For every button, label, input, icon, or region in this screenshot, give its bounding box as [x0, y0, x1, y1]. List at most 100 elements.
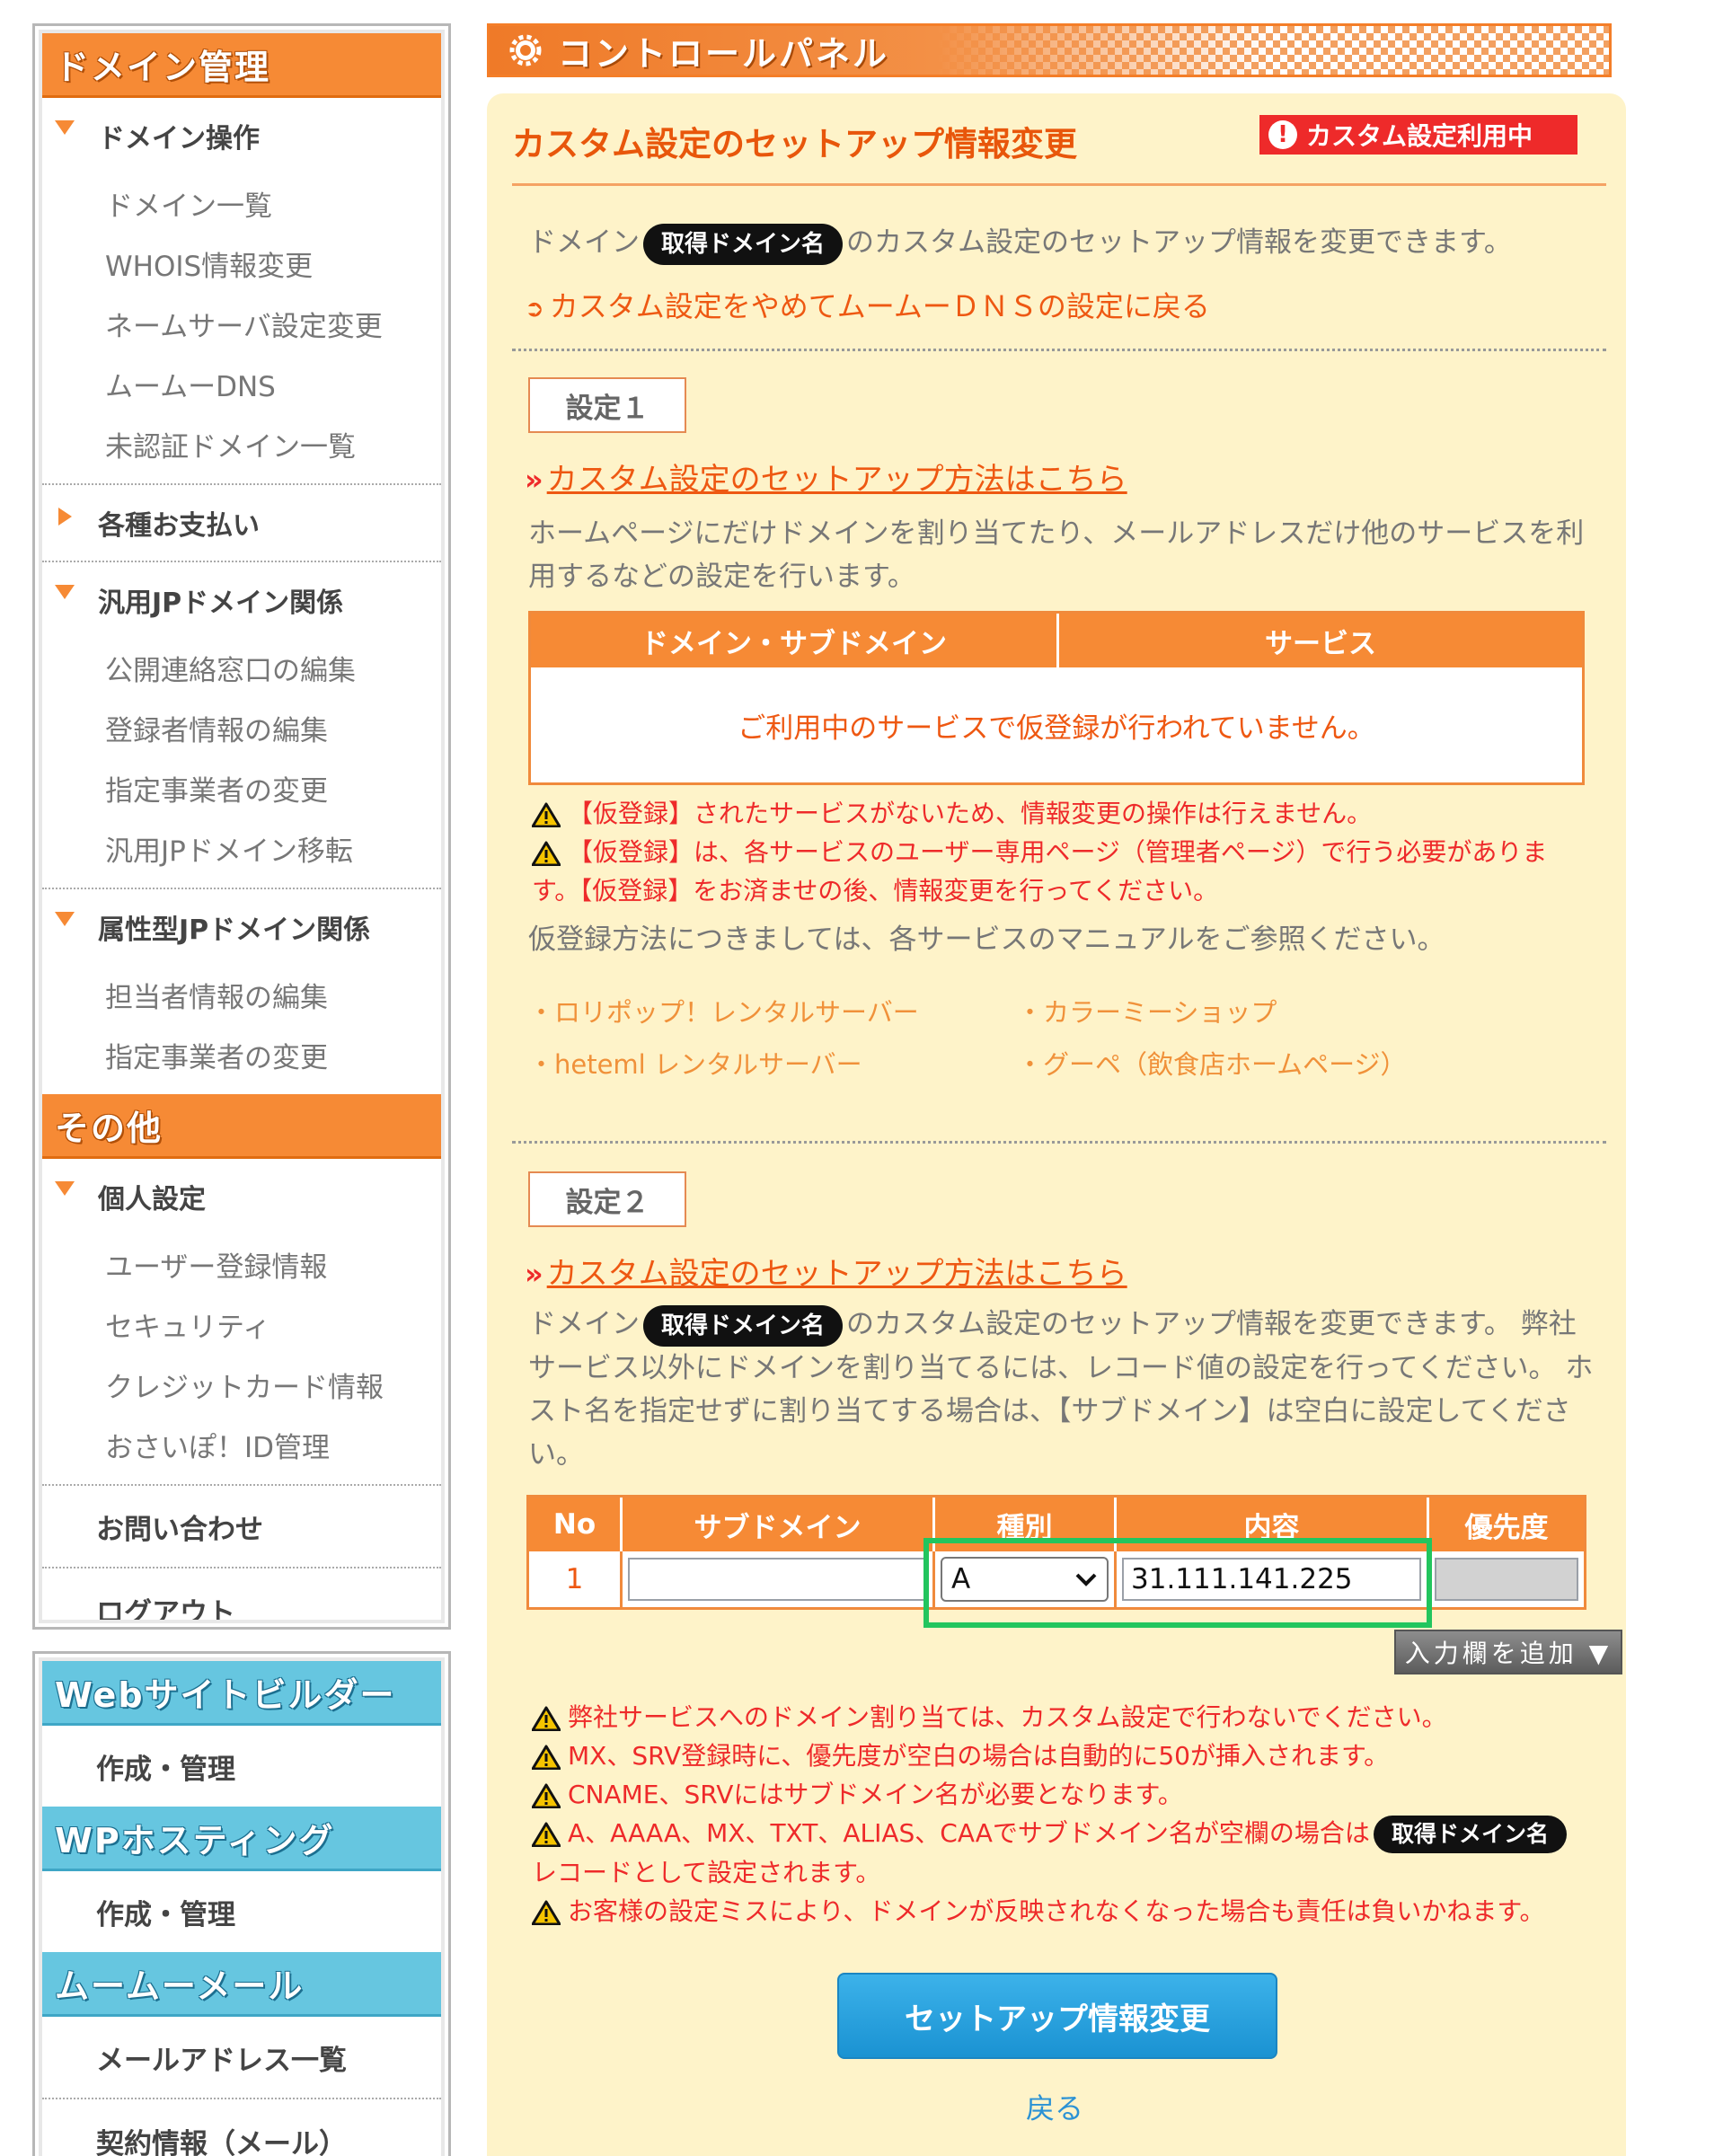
- sidebar-group-title[interactable]: 各種お支払い: [42, 485, 441, 561]
- sidebar-header-domain: ドメイン管理: [42, 33, 441, 98]
- sidebar-link-mail-list[interactable]: メールアドレス一覧: [42, 2017, 441, 2099]
- sidebar-link-contact[interactable]: お問い合わせ: [42, 1486, 441, 1568]
- gear-icon: [509, 34, 542, 66]
- sidebar-link-logout[interactable]: ログアウト: [42, 1568, 441, 1621]
- table-header-subdomain: サブドメイン: [623, 1498, 935, 1551]
- row-number: 1: [529, 1551, 623, 1607]
- warning-icon: [532, 1783, 561, 1808]
- page-title: カスタム設定のセットアップ情報変更: [512, 125, 1077, 163]
- sidebar-group-payments: 各種お支払い: [42, 485, 441, 562]
- sidebar-item-osaipo-id[interactable]: おさいぽ！ID管理: [42, 1415, 441, 1475]
- section-divider: [512, 1141, 1606, 1144]
- sidebar-item-domain-list[interactable]: ドメイン一覧: [42, 173, 441, 234]
- sidebar-header-other: その他: [42, 1094, 441, 1159]
- setting2-warnings: 弊社サービスへのドメイン割り当ては、カスタム設定で行わないでください。 MX、S…: [532, 1698, 1646, 1931]
- intro-text: ドメイン 取得ドメイン名 のカスタム設定のセットアップ情報を変更できます。: [528, 221, 1512, 265]
- sidebar-item-muumuu-dns[interactable]: ムームーDNS: [42, 354, 441, 414]
- sidebar-item-user-info[interactable]: ユーザー登録情報: [42, 1234, 441, 1294]
- sidebar-item-designated-agent[interactable]: 指定事業者の変更: [42, 758, 441, 818]
- add-row-button[interactable]: 入力欄を追加 ▼: [1394, 1630, 1622, 1674]
- setting1-warnings: 【仮登録】されたサービスがないため、情報変更の操作は行えません。 【仮登録】は、…: [532, 794, 1592, 910]
- main-panel: カスタム設定のセットアップ情報変更 ! カスタム設定利用中 ドメイン 取得ドメイン…: [487, 93, 1626, 2156]
- warning-line: レコードとして設定されます。: [532, 1858, 881, 1887]
- warning-icon: [532, 802, 561, 827]
- setting2-description: ドメイン 取得ドメイン名 のカスタム設定のセットアップ情報を変更できます。 弊社サー…: [528, 1303, 1597, 1476]
- control-panel-title: コントロールパネル: [558, 33, 890, 74]
- sidebar-header-wp-hosting: WPホスティング: [42, 1807, 441, 1871]
- highlight-box: [923, 1538, 1432, 1628]
- table-header-no: No: [529, 1498, 623, 1551]
- sidebar-item-nameserver[interactable]: ネームサーバ設定変更: [42, 294, 441, 354]
- title-divider: [512, 183, 1606, 186]
- sidebar-item-public-contact[interactable]: 公開連絡窓口の編集: [42, 638, 441, 698]
- back-to-dns-link[interactable]: ➲ カスタム設定をやめてムームーＤＮＳの設定に戻る: [525, 284, 1210, 325]
- sidebar-link-website-builder-manage[interactable]: 作成・管理: [42, 1726, 441, 1807]
- double-chevron-icon: »: [525, 1257, 543, 1291]
- sidebar-item-security[interactable]: セキュリティ: [42, 1294, 441, 1355]
- triangle-right-icon: [58, 508, 72, 526]
- sidebar-domain-box: ドメイン管理 ドメイン操作 ドメイン一覧 WHOIS情報変更 ネームサーバ設定変…: [32, 23, 451, 1630]
- domain-name-pill: 取得ドメイン名: [643, 223, 844, 265]
- sidebar-item-jp-transfer[interactable]: 汎用JPドメイン移転: [42, 818, 441, 879]
- sidebar-group-jp-general: 汎用JPドメイン関係 公開連絡窓口の編集 登録者情報の編集 指定事業者の変更 汎…: [42, 562, 441, 889]
- sidebar-item-unverified[interactable]: 未認証ドメイン一覧: [42, 414, 441, 474]
- warning-icon: [532, 1706, 561, 1731]
- priority-input[interactable]: [1435, 1558, 1578, 1601]
- sidebar-item-designated-agent-attr[interactable]: 指定事業者の変更: [42, 1025, 441, 1085]
- warning-icon: [532, 841, 561, 866]
- domain-name-pill: 取得ドメイン名: [643, 1304, 844, 1347]
- warning-line: A、AAAA、MX、TXT、ALIAS、CAAでサブドメイン名が空欄の場合は 取得…: [532, 1814, 1646, 1853]
- sidebar-item-whois[interactable]: WHOIS情報変更: [42, 234, 441, 294]
- sidebar-group-title[interactable]: 属性型JPドメイン関係: [42, 889, 441, 965]
- service-link-goope[interactable]: ・グーペ（飲食店ホームページ）: [1017, 1044, 1407, 1082]
- sidebar-item-registrant[interactable]: 登録者情報の編集: [42, 698, 441, 758]
- warning-line: MX、SRV登録時に、優先度が空白の場合は自動的に50が挿入されます。: [532, 1736, 1646, 1775]
- back-link[interactable]: 戻る: [1026, 2086, 1083, 2127]
- sidebar-group-personal: 個人設定 ユーザー登録情報 セキュリティ クレジットカード情報 おさいぽ！ID管…: [42, 1159, 441, 1486]
- service-link-lolipop[interactable]: ・ロリポップ！レンタルサーバー: [528, 992, 919, 1029]
- setting1-description: ホームページにだけドメインを割り当てたり、メールアドレスだけ他のサービスを利用す…: [528, 517, 1585, 593]
- control-panel-header: コントロールパネル: [487, 23, 1612, 77]
- warning-icon: [532, 1822, 561, 1847]
- warning-line: お客様の設定ミスにより、ドメインが反映されなくなった場合も責任は負いかねます。: [532, 1892, 1646, 1931]
- sidebar-item-credit-card[interactable]: クレジットカード情報: [42, 1355, 441, 1415]
- table-header: サービス: [1265, 627, 1376, 660]
- section-divider: [512, 349, 1606, 351]
- triangle-down-icon: [55, 120, 75, 135]
- triangle-down-icon: [55, 912, 75, 926]
- sidebar-link-mail-contract[interactable]: 契約情報（メール）: [42, 2099, 441, 2156]
- sidebar-services-box: Webサイトビルダー 作成・管理 WPホスティング 作成・管理 ムームーメール …: [32, 1651, 451, 2156]
- setting2-label: 設定２: [528, 1171, 686, 1227]
- setting1-howto-link[interactable]: » カスタム設定のセットアップ方法はこちら: [525, 455, 1127, 499]
- sidebar-group-title[interactable]: ドメイン操作: [42, 98, 441, 173]
- warning-line: CNAME、SRVにはサブドメイン名が必要となります。: [532, 1775, 1646, 1814]
- sidebar-link-wp-hosting-manage[interactable]: 作成・管理: [42, 1871, 441, 1952]
- status-badge: ! カスタム設定利用中: [1259, 115, 1577, 155]
- warning-icon: [532, 1900, 561, 1925]
- sidebar-group-title[interactable]: 汎用JPドメイン関係: [42, 562, 441, 638]
- triangle-down-icon: [55, 1181, 75, 1196]
- empty-message: ご利用中のサービスで仮登録が行われていません。: [738, 711, 1375, 745]
- warning-line: 【仮登録】は、各サービスのユーザー専用ページ（管理者ページ）で行う必要があります…: [532, 837, 1548, 906]
- setting1-label: 設定１: [528, 377, 686, 433]
- warning-icon: [532, 1745, 561, 1770]
- warning-line: 【仮登録】されたサービスがないため、情報変更の操作は行えません。: [532, 794, 1592, 833]
- triangle-down-icon: [55, 585, 75, 599]
- double-chevron-icon: »: [525, 463, 543, 497]
- manual-note: 仮登録方法につきましては、各サービスのマニュアルをご参照ください。: [528, 923, 1445, 956]
- sidebar-header-website-builder: Webサイトビルダー: [42, 1661, 441, 1726]
- warning-line: 弊社サービスへのドメイン割り当ては、カスタム設定で行わないでください。: [532, 1698, 1646, 1736]
- sidebar-item-contact-edit[interactable]: 担当者情報の編集: [42, 965, 441, 1025]
- arrow-right-icon: ➲: [525, 296, 544, 323]
- service-link-heteml[interactable]: ・heteml レンタルサーバー: [528, 1044, 862, 1082]
- setting2-howto-link[interactable]: » カスタム設定のセットアップ方法はこちら: [525, 1249, 1127, 1293]
- submit-setup-button[interactable]: セットアップ情報変更: [837, 1973, 1277, 2059]
- domain-name-pill: 取得ドメイン名: [1373, 1816, 1567, 1853]
- sidebar-group-title[interactable]: 個人設定: [42, 1159, 441, 1234]
- sidebar-header-muumuu-mail: ムームーメール: [42, 1952, 441, 2017]
- service-link-colorme[interactable]: ・カラーミーショップ: [1017, 992, 1277, 1029]
- table-header: ドメイン・サブドメイン: [531, 614, 1059, 667]
- table-header-priority: 優先度: [1464, 1511, 1549, 1544]
- subdomain-input[interactable]: [628, 1558, 927, 1601]
- exclamation-icon: !: [1268, 120, 1297, 149]
